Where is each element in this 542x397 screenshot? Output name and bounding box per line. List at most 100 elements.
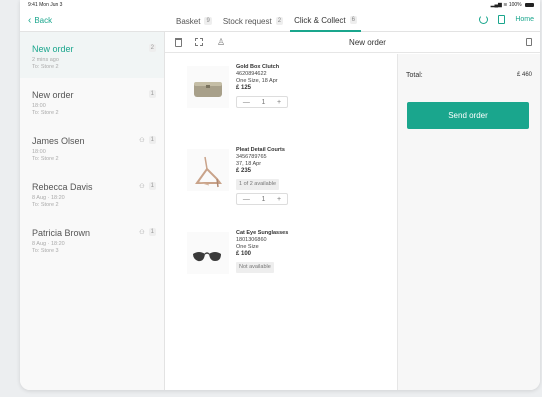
- order-meta: 18:00 To: Store 2: [32, 103, 152, 117]
- order-time: 8 Aug · 18:20: [32, 195, 65, 201]
- home-link[interactable]: Home: [515, 16, 534, 23]
- total-row: Total: £ 460: [406, 72, 532, 79]
- product-price: £ 125: [236, 85, 252, 92]
- order-name: Patricia Brown: [32, 228, 91, 238]
- availability-chip: 1 of 2 available: [236, 179, 279, 191]
- quantity-value: 1: [261, 195, 266, 203]
- order-meta: 8 Aug · 18:20 To: Store 2: [32, 195, 152, 209]
- order-list-item[interactable]: New order 2 mins ago To: Store 2 2: [20, 32, 164, 78]
- quantity-stepper: — 1 +: [236, 96, 288, 109]
- tab-label: Stock request: [222, 16, 272, 26]
- order-meta: 18:00 To: Store 2: [32, 149, 152, 163]
- product-image: [187, 149, 229, 191]
- refresh-icon[interactable]: [479, 15, 489, 24]
- product-details: Gold Box Clutch 4620894622 One Size, 18 …: [236, 64, 288, 109]
- order-store: To: Store 2: [32, 63, 59, 70]
- product-sku: 4620894622: [236, 71, 267, 78]
- product-sku: 3456789765: [236, 154, 267, 161]
- order-name: James Olsen: [32, 136, 85, 146]
- product-sku: 1801306860: [236, 237, 267, 244]
- nav-bar: ‹ Back Basket 9 Stock request 2 Click & …: [20, 10, 540, 32]
- back-label: Back: [34, 16, 53, 25]
- list-icon[interactable]: [498, 15, 506, 24]
- order-store: To: Store 2: [32, 155, 59, 162]
- increase-button[interactable]: +: [277, 98, 281, 107]
- customer-icon: ⚇: [139, 229, 145, 236]
- order-store: To: Store 2: [32, 201, 59, 208]
- order-badges: ⚇ 1: [139, 182, 156, 190]
- product-variant: One Size: [236, 244, 259, 251]
- product-image: [187, 232, 229, 274]
- order-item: Gold Box Clutch 4620894622 One Size, 18 …: [165, 54, 397, 137]
- order-count-badge: 2: [148, 44, 156, 52]
- ipad-screen: 9:41 Mon Jun 3 ▂▄▆ ≋ 100% ‹ Back Basket …: [20, 0, 540, 390]
- tab-count: 9: [204, 17, 212, 25]
- decrease-button[interactable]: —: [243, 195, 250, 204]
- order-items: Gold Box Clutch 4620894622 One Size, 18 …: [165, 54, 397, 303]
- order-list-item[interactable]: Patricia Brown 8 Aug · 18:20 To: Store 3…: [20, 216, 164, 262]
- tab-click-and-collect[interactable]: Click & Collect 6: [290, 10, 361, 32]
- order-list-item[interactable]: Rebecca Davis 8 Aug · 18:20 To: Store 2 …: [20, 170, 164, 216]
- product-image: [187, 66, 229, 108]
- customer-icon: ⚇: [139, 183, 145, 190]
- order-time: 2 mins ago: [32, 57, 59, 63]
- order-meta: 8 Aug · 18:20 To: Store 3: [32, 241, 152, 255]
- tab-count: 6: [349, 16, 357, 24]
- battery-percent: 100%: [508, 2, 522, 8]
- order-detail: ♙ New order Gold Box Clutch 4620894622 O…: [165, 32, 540, 390]
- order-title: New order: [349, 38, 386, 47]
- order-list-item[interactable]: James Olsen 18:00 To: Store 2 ⚇ 1: [20, 124, 164, 170]
- tab-basket[interactable]: Basket 9: [172, 10, 216, 32]
- increase-button[interactable]: +: [277, 195, 281, 204]
- order-list-item[interactable]: New order 18:00 To: Store 2 1: [20, 78, 164, 124]
- order-summary: Total: £ 460 Send order: [397, 54, 540, 390]
- product-variant: 37, 18 Apr: [236, 161, 262, 168]
- tab-stock-request[interactable]: Stock request 2: [219, 10, 287, 32]
- wifi-icon: ≋: [503, 2, 508, 8]
- quantity-stepper: — 1 +: [236, 193, 288, 206]
- nav-actions: Home: [479, 15, 534, 24]
- total-value: £ 460: [516, 72, 532, 78]
- tab-count: 2: [275, 17, 284, 25]
- quantity-value: 1: [261, 98, 266, 106]
- total-label: Total:: [406, 72, 423, 79]
- tab-label: Basket: [176, 16, 201, 26]
- order-count-badge: 1: [148, 90, 156, 98]
- status-time: 9:41 Mon Jun 3: [28, 2, 63, 8]
- order-item: Pleat Detail Courts 3456789765 37, 18 Ap…: [165, 137, 397, 220]
- product-name: Cat Eye Sunglasses: [236, 230, 289, 236]
- order-name: Rebecca Davis: [32, 182, 93, 192]
- customer-icon: ⚇: [139, 137, 145, 144]
- product-price: £ 100: [236, 251, 252, 258]
- order-badges: ⚇ 1: [139, 136, 156, 144]
- battery-icon: [525, 2, 534, 7]
- order-count-badge: 1: [148, 228, 156, 236]
- order-badges: ⚇ 1: [139, 228, 156, 236]
- order-list: New order 2 mins ago To: Store 2 2 New o…: [20, 32, 165, 390]
- tab-label: Click & Collect: [294, 15, 346, 25]
- order-time: 18:00: [32, 103, 46, 109]
- order-toolbar: ♙ New order: [165, 32, 540, 53]
- order-name: New order: [32, 90, 74, 100]
- tab-bar: Basket 9 Stock request 2 Click & Collect…: [172, 10, 364, 32]
- order-item: Cat Eye Sunglasses 1801306860 One Size £…: [165, 220, 397, 303]
- status-bar: 9:41 Mon Jun 3 ▂▄▆ ≋ 100%: [20, 0, 540, 10]
- decrease-button[interactable]: —: [243, 98, 250, 107]
- back-button[interactable]: ‹ Back: [28, 14, 53, 26]
- product-name: Pleat Detail Courts: [236, 147, 285, 153]
- order-badges: 1: [148, 90, 156, 98]
- product-details: Cat Eye Sunglasses 1801306860 One Size £…: [236, 230, 289, 274]
- copy-icon[interactable]: [526, 38, 532, 46]
- product-variant: One Size, 18 Apr: [236, 78, 278, 85]
- product-price: £ 235: [236, 168, 252, 175]
- order-count-badge: 1: [148, 136, 156, 144]
- order-store: To: Store 3: [32, 247, 59, 254]
- chevron-left-icon: ‹: [28, 14, 32, 26]
- order-time: 18:00: [32, 149, 46, 155]
- send-order-button[interactable]: Send order: [407, 102, 529, 129]
- order-store: To: Store 2: [32, 109, 59, 116]
- product-name: Gold Box Clutch: [236, 64, 280, 70]
- order-count-badge: 1: [148, 182, 156, 190]
- product-details: Pleat Detail Courts 3456789765 37, 18 Ap…: [236, 147, 288, 206]
- order-time: 8 Aug · 18:20: [32, 241, 65, 247]
